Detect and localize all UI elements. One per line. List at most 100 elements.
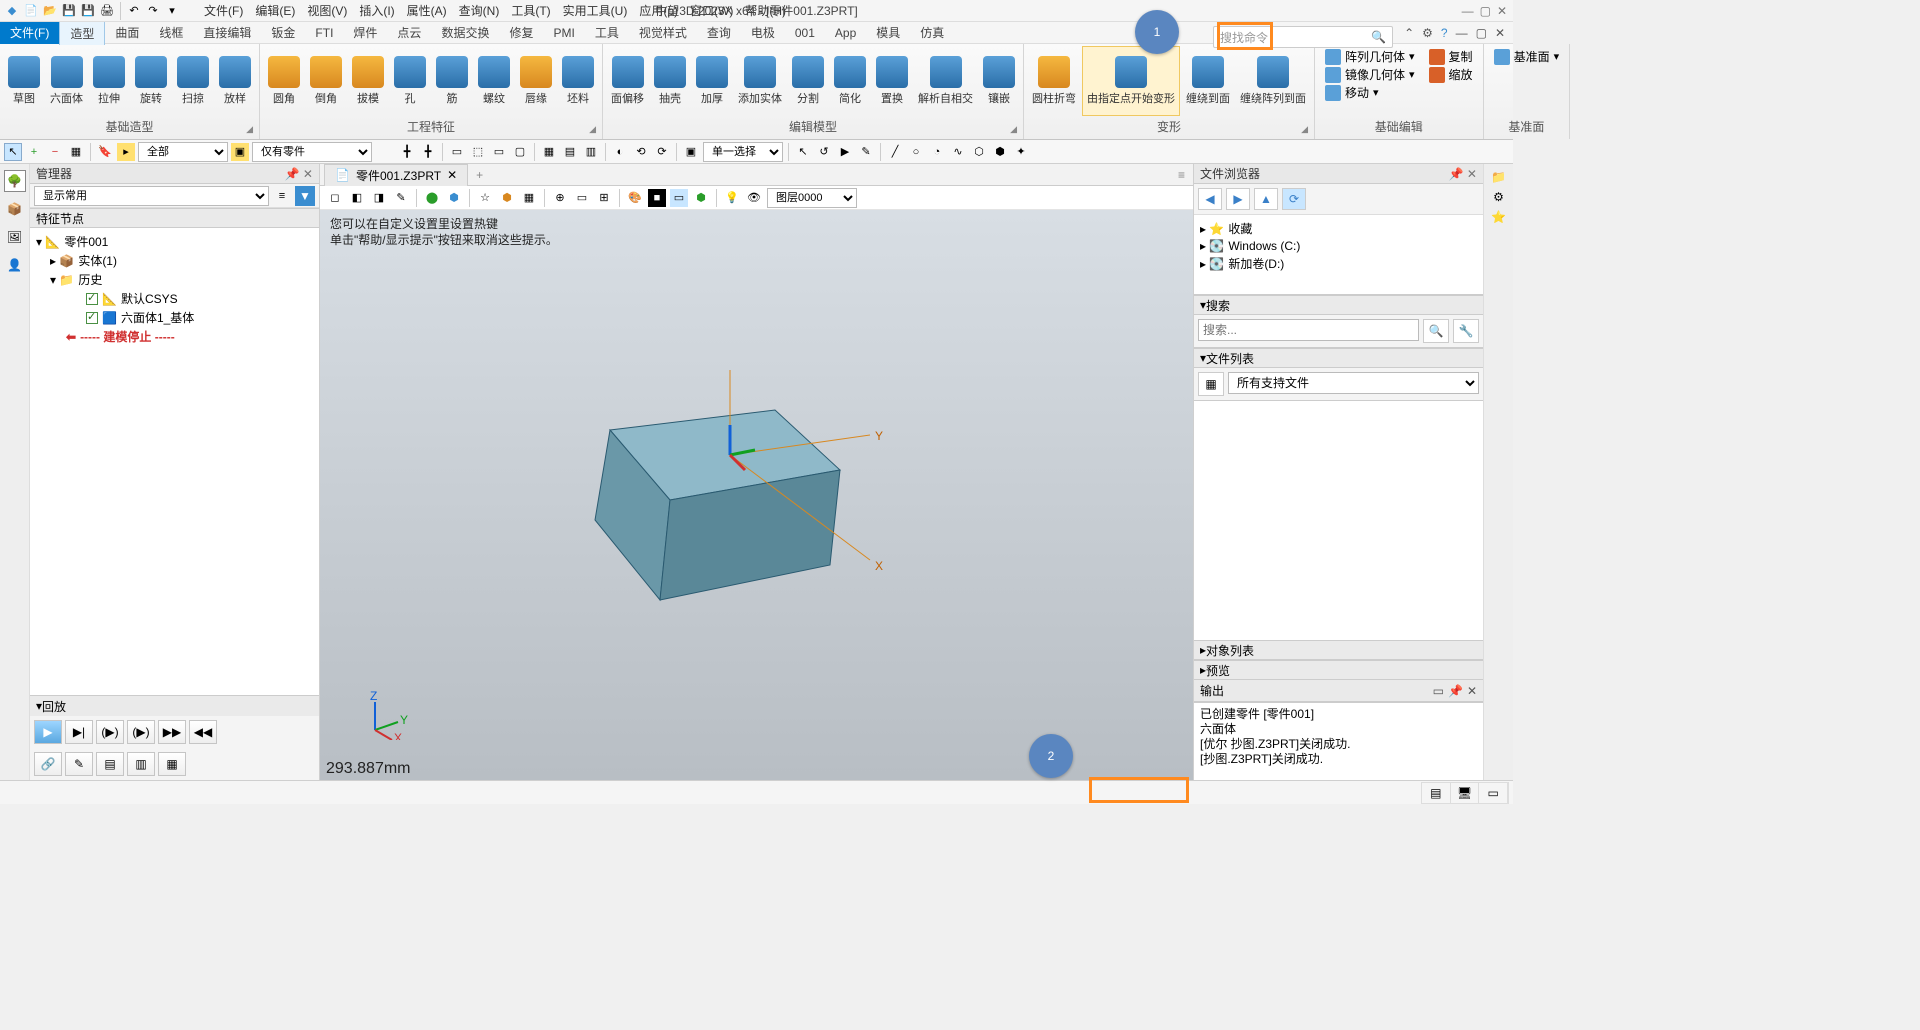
manager-view-icon[interactable]: 🖼 [4,226,26,248]
thread-button[interactable]: 螺纹 [474,46,514,116]
t-icon[interactable]: ╋ [419,143,437,161]
lip-button[interactable]: 唇缘 [516,46,556,116]
status-view2-icon[interactable]: 🖥 [1451,783,1480,803]
doc-close-icon[interactable]: ✕ [1495,26,1505,40]
out-close-icon[interactable]: ✕ [1467,684,1477,698]
help-icon[interactable]: ? [1441,26,1448,40]
vt-icon[interactable]: 💡 [723,189,741,207]
rb-folder-icon[interactable]: 📁 [1491,170,1506,184]
ribbon-tab-model[interactable]: 造型 [59,21,105,45]
menu-view[interactable]: 视图(V) [307,2,347,19]
vt-icon[interactable]: ☆ [476,189,494,207]
feature-section-header[interactable]: 特征节点 [30,208,319,228]
offsetface-button[interactable]: 面偏移 [607,46,648,116]
scale-button[interactable]: 缩放 [1429,66,1473,83]
t-icon[interactable]: ▶ [836,143,854,161]
tree-history[interactable]: ▾ 📁 历史 [36,270,313,289]
skip2-button[interactable]: (▶) [127,720,155,744]
box-button[interactable]: 六面体 [46,46,87,116]
menu-file[interactable]: 文件(F) [204,2,243,19]
t-icon[interactable]: ✦ [1012,143,1030,161]
list-icon[interactable]: ≡ [273,187,291,205]
ribbon-tab-file[interactable]: 文件(F) [0,21,59,44]
datum-button[interactable]: 基准面 ▾ [1494,48,1560,65]
loft-button[interactable]: 放样 [215,46,255,116]
objlist-section[interactable]: ▸ 对象列表 [1194,640,1483,660]
t-icon[interactable]: ⬚ [469,143,487,161]
vt-icon[interactable]: ⊕ [551,189,569,207]
rib-button[interactable]: 筋 [432,46,472,116]
minimize-icon[interactable]: — [1462,4,1474,18]
search-section[interactable]: ▾ 搜索 [1194,295,1483,315]
manager-user-icon[interactable]: 👤 [4,254,26,276]
t-icon[interactable]: ╱ [886,143,904,161]
vt-icon[interactable]: ⬢ [498,189,516,207]
manager-cube-icon[interactable]: 📦 [4,198,26,220]
feature-tree[interactable]: ▾ 📐 零件001 ▸ 📦 实体(1) ▾ 📁 历史 📐 默认CSYS 🟦 六面… [30,228,319,695]
sketch-button[interactable]: 草图 [4,46,44,116]
t-icon[interactable]: ▤ [561,143,579,161]
app-icon[interactable]: ◆ [4,3,20,19]
pick-select[interactable]: 单一选择 [703,142,783,162]
qat-dropdown-icon[interactable]: ▾ [164,3,180,19]
ribbon-tab[interactable]: 钣金 [261,21,305,44]
funnel-icon[interactable]: ▼ [295,186,315,206]
filelist-area[interactable] [1194,401,1483,640]
ribbon-tab[interactable]: 模具 [866,21,910,44]
vt-icon[interactable]: ⊞ [595,189,613,207]
tree-csys[interactable]: 📐 默认CSYS [36,289,313,308]
back-button[interactable]: ◀ [1198,188,1222,210]
mirror-button[interactable]: 镜像几何体 ▾ [1325,66,1415,83]
filelist-mode-button[interactable]: ▦ [1198,372,1224,396]
filter-icon[interactable]: 🔖 [96,143,114,161]
viewport[interactable]: 您可以在自定义设置里设置热键 单击"帮助/显示提示"按钮来取消这些提示。 Z Y… [320,210,1193,780]
pb-stack-button[interactable]: ▥ [127,752,155,776]
replace-button[interactable]: 置换 [872,46,912,116]
step-fwd-button[interactable]: ▶| [65,720,93,744]
pb-link-button[interactable]: 🔗 [34,752,62,776]
ribbon-tab[interactable]: 线框 [149,21,193,44]
chamfer-button[interactable]: 倒角 [306,46,346,116]
t-icon[interactable]: ⬢ [991,143,1009,161]
remove-icon[interactable]: − [46,143,64,161]
rb-gear-icon[interactable]: ⚙ [1493,190,1504,204]
playback-header[interactable]: ▾ 回放 [30,696,319,716]
search-input[interactable] [1198,319,1419,341]
extrude-button[interactable]: 拉伸 [89,46,129,116]
pattern-button[interactable]: 阵列几何体 ▾ [1325,48,1415,65]
vt-icon[interactable]: 🎨 [626,189,644,207]
move-button[interactable]: 移动 ▾ [1325,84,1415,101]
vt-icon[interactable]: ▦ [520,189,538,207]
t-icon[interactable]: ↺ [815,143,833,161]
copy-button[interactable]: 复制 [1429,48,1473,65]
rb-star-icon[interactable]: ⭐ [1491,210,1506,224]
fillet-button[interactable]: 圆角 [264,46,304,116]
pin-icon[interactable]: 📌 ✕ [285,167,313,181]
ribbon-tab[interactable]: 工具 [585,21,629,44]
vt-icon[interactable]: ■ [648,189,666,207]
play-button[interactable]: ▶ [34,720,62,744]
output-log[interactable]: 已创建零件 [零件001] 六面体 [优尔 抄图.Z3PRT]关闭成功. [抄图… [1194,702,1483,780]
doc-restore-icon[interactable]: ▢ [1476,26,1487,40]
layer-select[interactable]: 图层0000 [767,188,857,208]
filelist-section[interactable]: ▾ 文件列表 [1194,348,1483,368]
close-icon[interactable]: ✕ [1497,4,1507,18]
part-icon[interactable]: ▣ [231,143,249,161]
t-icon[interactable]: ∿ [949,143,967,161]
ribbon-tab[interactable]: 焊件 [343,21,387,44]
ribbon-tab[interactable]: 001 [785,23,825,43]
filter2-select[interactable]: 仅有零件 [252,142,372,162]
status-view3-icon[interactable]: ▭ [1479,783,1508,803]
ribbon-tab[interactable]: 数据交换 [431,21,499,44]
vt-icon[interactable]: 👁 [745,189,763,207]
ribbon-tab[interactable]: 仿真 [910,21,954,44]
fwd-button[interactable]: ▶ [1226,188,1250,210]
tree-root[interactable]: ▾ 📐 零件001 [36,232,313,251]
t-icon[interactable]: ◔ [928,143,946,161]
out-min-icon[interactable]: ▭ [1433,684,1444,698]
ribbon-tab[interactable]: FTI [305,23,343,43]
split-button[interactable]: 分割 [788,46,828,116]
ribbon-tab[interactable]: 曲面 [105,21,149,44]
pb-pen-button[interactable]: ✎ [65,752,93,776]
t-icon[interactable]: ✎ [857,143,875,161]
